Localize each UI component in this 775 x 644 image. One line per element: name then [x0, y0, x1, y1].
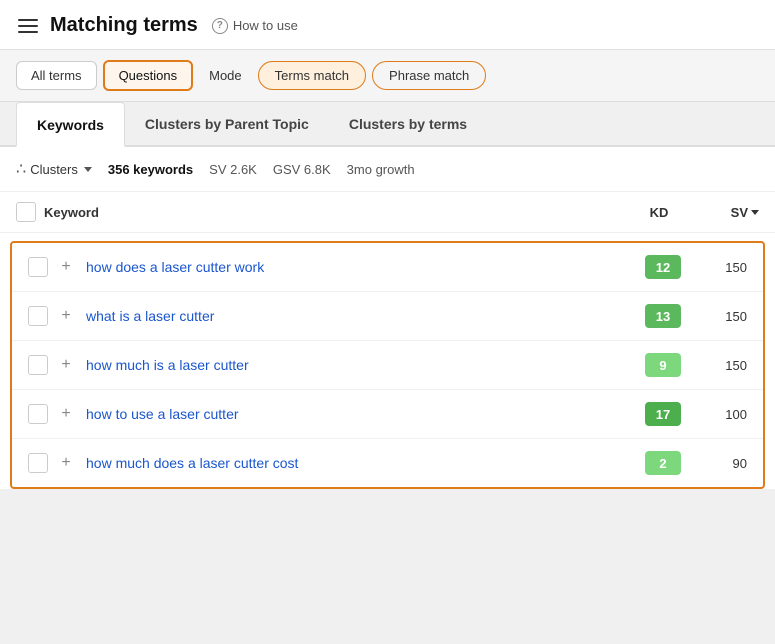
gsv-stat: GSV 6.8K — [273, 162, 331, 177]
clusters-label: Clusters — [30, 162, 78, 177]
keywords-count: 356 keywords — [108, 162, 193, 177]
add-keyword-icon[interactable]: + — [56, 355, 76, 375]
kd-badge: 2 — [645, 451, 681, 475]
tab-terms-match[interactable]: Terms match — [258, 61, 366, 90]
add-keyword-icon[interactable]: + — [56, 404, 76, 424]
keyword-rows-highlighted: + how does a laser cutter work 12 150 + … — [10, 241, 765, 489]
keyword-link[interactable]: how to use a laser cutter — [86, 406, 645, 422]
sv-stat: SV 2.6K — [209, 162, 257, 177]
table-row: + how much does a laser cutter cost 2 90 — [12, 439, 763, 487]
kd-badge: 17 — [645, 402, 681, 426]
filter-bar: All terms Questions Mode Terms match Phr… — [0, 50, 775, 102]
stats-bar: ∴ Clusters 356 keywords SV 2.6K GSV 6.8K… — [0, 147, 775, 192]
col-keyword-header: Keyword — [44, 205, 629, 220]
header: Matching terms ? How to use — [0, 0, 775, 50]
kd-badge: 13 — [645, 304, 681, 328]
chevron-down-icon — [84, 167, 92, 172]
keyword-link[interactable]: what is a laser cutter — [86, 308, 645, 324]
tab-all-terms[interactable]: All terms — [16, 61, 97, 90]
row-checkbox[interactable] — [28, 404, 48, 424]
help-icon: ? — [212, 18, 228, 34]
tab-questions[interactable]: Questions — [103, 60, 194, 91]
sv-value: 150 — [697, 260, 747, 275]
add-keyword-icon[interactable]: + — [56, 453, 76, 473]
page-title: Matching terms — [50, 14, 198, 37]
mode-label: Mode — [199, 62, 252, 89]
help-label: How to use — [233, 18, 298, 33]
main-tabs: Keywords Clusters by Parent Topic Cluste… — [0, 102, 775, 147]
growth-stat: 3mo growth — [347, 162, 415, 177]
row-checkbox[interactable] — [28, 257, 48, 277]
tab-clusters-terms[interactable]: Clusters by terms — [329, 102, 487, 147]
clusters-icon: ∴ — [16, 159, 26, 179]
col-sv-header[interactable]: SV — [689, 205, 759, 220]
table-row: + what is a laser cutter 13 150 — [12, 292, 763, 341]
help-link[interactable]: ? How to use — [212, 18, 298, 34]
tab-keywords[interactable]: Keywords — [16, 102, 125, 147]
kd-badge: 9 — [645, 353, 681, 377]
sv-value: 150 — [697, 309, 747, 324]
add-keyword-icon[interactable]: + — [56, 306, 76, 326]
kd-badge: 12 — [645, 255, 681, 279]
row-checkbox[interactable] — [28, 355, 48, 375]
row-checkbox[interactable] — [28, 306, 48, 326]
sv-value: 150 — [697, 358, 747, 373]
table-header: Keyword KD SV — [0, 192, 775, 233]
keyword-link[interactable]: how much does a laser cutter cost — [86, 455, 645, 471]
sv-value: 90 — [697, 456, 747, 471]
main-content: ∴ Clusters 356 keywords SV 2.6K GSV 6.8K… — [0, 147, 775, 489]
add-keyword-icon[interactable]: + — [56, 257, 76, 277]
header-checkbox-cell — [16, 202, 44, 222]
row-checkbox[interactable] — [28, 453, 48, 473]
tab-phrase-match[interactable]: Phrase match — [372, 61, 486, 90]
clusters-button[interactable]: ∴ Clusters — [16, 159, 92, 179]
table-row: + how much is a laser cutter 9 150 — [12, 341, 763, 390]
sv-value: 100 — [697, 407, 747, 422]
keyword-link[interactable]: how does a laser cutter work — [86, 259, 645, 275]
table-row: + how does a laser cutter work 12 150 — [12, 243, 763, 292]
hamburger-icon[interactable] — [16, 17, 40, 35]
col-kd-header: KD — [629, 205, 689, 220]
keyword-link[interactable]: how much is a laser cutter — [86, 357, 645, 373]
table-row: + how to use a laser cutter 17 100 — [12, 390, 763, 439]
tab-clusters-parent[interactable]: Clusters by Parent Topic — [125, 102, 329, 147]
select-all-checkbox[interactable] — [16, 202, 36, 222]
sort-arrow-icon — [751, 210, 759, 215]
